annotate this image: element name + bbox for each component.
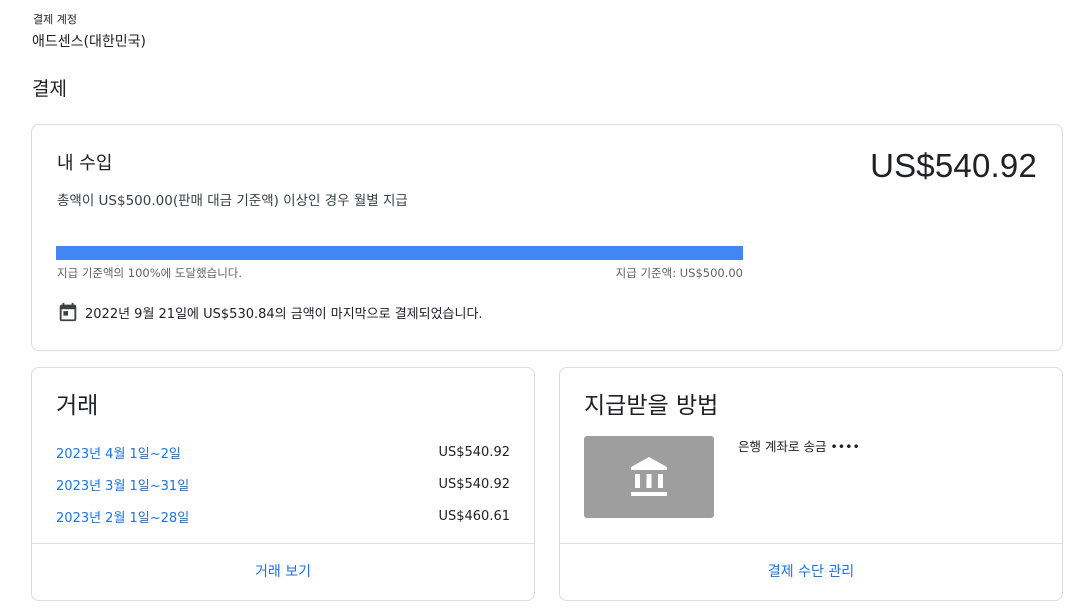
threshold-text: 지급 기준액: US$500.00 (615, 266, 743, 280)
page-title: 결제 (32, 78, 67, 100)
progress-status-text: 지급 기준액의 100%에 도달했습니다. (57, 266, 243, 280)
transactions-card: 거래 2023년 4월 1일~2일 US$540.92 2023년 3월 1일~… (31, 367, 535, 601)
transaction-amount: US$540.92 (438, 476, 510, 492)
transactions-title: 거래 (56, 393, 99, 419)
divider (560, 543, 1062, 544)
progress-fill (56, 246, 743, 260)
manage-payment-methods-link[interactable]: 결제 수단 관리 (560, 561, 1062, 581)
transaction-amount: US$540.92 (438, 444, 510, 460)
earnings-amount: US$540.92 (870, 147, 1037, 184)
payment-threshold-progress-bar (56, 246, 743, 260)
payment-method-title: 지급받을 방법 (584, 393, 719, 419)
earnings-title: 내 수입 (57, 153, 113, 174)
payment-method-description: 은행 계좌로 송금 •••• (738, 439, 860, 454)
transaction-amount: US$460.61 (438, 508, 510, 524)
last-payment-text: 2022년 9월 21일에 US$530.84의 금액이 마지막으로 결제되었습… (85, 306, 483, 322)
transaction-period-link[interactable]: 2023년 2월 1일~28일 (56, 507, 189, 526)
bank-image (584, 436, 714, 518)
earnings-subtitle: 총액이 US$500.00(판매 대금 기준액) 이상인 경우 월별 지급 (57, 193, 408, 209)
last-payment-info: 2022년 9월 21일에 US$530.84의 금액이 마지막으로 결제되었습… (57, 301, 483, 323)
transaction-period-link[interactable]: 2023년 3월 1일~31일 (56, 475, 189, 494)
payment-method-card: 지급받을 방법 은행 계좌로 송금 •••• 결제 수단 관리 (559, 367, 1063, 601)
earnings-card: 내 수입 US$540.92 총액이 US$500.00(판매 대금 기준액) … (31, 124, 1063, 351)
account-name: 애드센스(대한민국) (32, 34, 146, 50)
transaction-row: 2023년 4월 1일~2일 US$540.92 (56, 442, 510, 462)
account-label: 결제 계정 (33, 13, 77, 26)
view-transactions-link[interactable]: 거래 보기 (32, 561, 534, 581)
transaction-row: 2023년 3월 1일~31일 US$540.92 (56, 474, 510, 494)
transaction-row: 2023년 2월 1일~28일 US$460.61 (56, 506, 510, 526)
transaction-period-link[interactable]: 2023년 4월 1일~2일 (56, 443, 181, 462)
bank-icon (631, 457, 667, 496)
divider (32, 543, 534, 544)
calendar-icon (59, 302, 77, 322)
